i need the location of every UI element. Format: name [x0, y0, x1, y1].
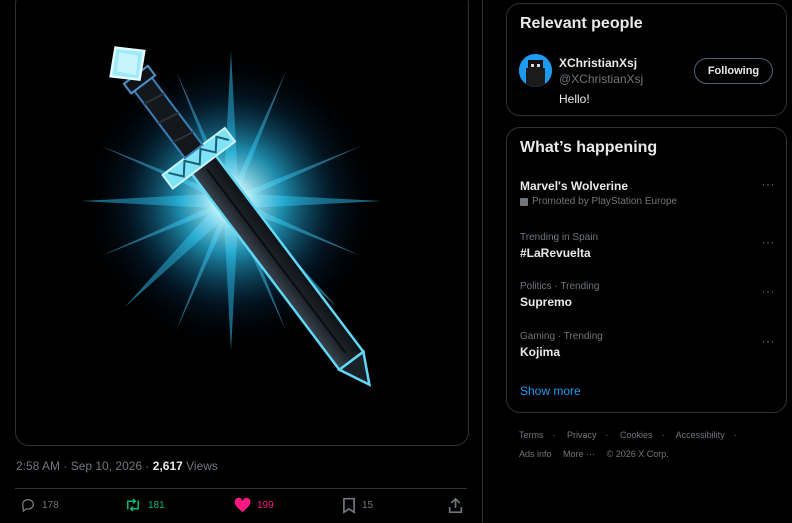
avatar[interactable] — [519, 54, 552, 87]
bookmark-button[interactable]: 15 — [342, 497, 373, 514]
trend-item[interactable]: Trending in Spain #LaRevuelta ··· — [520, 232, 775, 260]
more-icon[interactable]: ··· — [762, 177, 776, 191]
share-button[interactable] — [448, 497, 463, 514]
like-button[interactable]: 199 — [234, 497, 274, 513]
retweet-icon — [127, 498, 139, 512]
tweet-time[interactable]: 2:58 AM · Sep 10, 2026 · — [16, 459, 153, 473]
divider — [15, 488, 467, 489]
trend-context: Gaming · Trending — [520, 331, 603, 342]
more-icon[interactable]: ··· — [762, 284, 776, 298]
trend-item[interactable]: Politics · Trending Supremo ··· — [520, 281, 775, 309]
footer-links-row-1: Terms · Privacy · Cookies · Accessibility · — [519, 430, 746, 440]
more-icon[interactable]: ··· — [762, 334, 776, 348]
like-count: 199 — [257, 499, 274, 511]
footer-links-row-2: Ads info More ··· © 2026 X Corp. — [519, 449, 678, 459]
reply-count: 178 — [42, 499, 59, 511]
show-more-link[interactable]: Show more — [520, 384, 581, 398]
footer-link-ads-info[interactable]: Ads info — [519, 449, 552, 459]
bookmark-count: 15 — [362, 500, 374, 511]
trend-name: #LaRevuelta — [520, 246, 591, 260]
footer-separator: · — [661, 430, 665, 440]
whats-happening-title: What’s happening — [520, 139, 658, 156]
person-handle[interactable]: @XChristianXsj — [559, 72, 643, 86]
footer-separator: · — [552, 430, 556, 440]
tweet-timestamp-views: 2:58 AM · Sep 10, 2026 · 2,617 Views — [16, 459, 218, 473]
footer-copyright: © 2026 X Corp. — [606, 449, 669, 459]
following-button[interactable]: Following — [694, 58, 773, 84]
footer-separator: · — [605, 430, 609, 440]
person-bio: Hello! — [559, 92, 590, 106]
tweet-detail-column: 2:58 AM · Sep 10, 2026 · 2,617 Views 178… — [0, 0, 483, 523]
trend-name: Marvel's Wolverine — [520, 179, 629, 193]
footer-link-privacy[interactable]: Privacy — [567, 430, 597, 440]
footer-link-more[interactable]: More ··· — [563, 449, 595, 459]
trend-context: Trending in Spain — [520, 232, 599, 243]
footer-link-accessibility[interactable]: Accessibility — [676, 430, 725, 440]
retweet-button[interactable]: 181 — [124, 497, 165, 513]
trend-name: Supremo — [520, 295, 573, 309]
avatar-image — [519, 54, 552, 87]
heart-icon — [234, 497, 251, 513]
retweet-count: 181 — [148, 499, 165, 511]
share-icon — [448, 497, 463, 513]
promoted-text: Promoted by PlayStation Europe — [532, 196, 678, 207]
footer-link-cookies[interactable]: Cookies — [620, 430, 653, 440]
reply-icon — [21, 498, 35, 513]
more-icon[interactable]: ··· — [762, 235, 776, 249]
promoted-icon — [520, 197, 528, 206]
tweet-media-image[interactable] — [15, 0, 469, 446]
trend-item[interactable]: Marvel's Wolverine Promoted by PlayStati… — [520, 177, 776, 207]
relevant-people-card: Relevant people XChristianXsj @XChristia… — [506, 3, 787, 116]
trend-item[interactable]: Gaming · Trending Kojima ··· — [520, 331, 775, 359]
bookmark-icon — [343, 497, 355, 514]
relevant-people-title: Relevant people — [520, 15, 643, 32]
whats-happening-card: What’s happening Marvel's Wolverine Prom… — [506, 127, 787, 413]
footer-link-terms[interactable]: Terms — [519, 430, 544, 440]
tweet-action-bar: 178 181 199 15 — [15, 497, 467, 521]
person-name[interactable]: XChristianXsj — [559, 56, 637, 70]
trend-context: Politics · Trending — [520, 281, 600, 292]
trend-name: Kojima — [520, 345, 561, 359]
reply-button[interactable]: 178 — [20, 497, 59, 513]
sword-artwork — [81, 46, 381, 387]
views-label: Views — [182, 459, 218, 473]
footer-separator: · — [733, 430, 737, 440]
promoted-label: Promoted by PlayStation Europe — [520, 196, 775, 207]
views-count: 2,617 — [152, 459, 183, 473]
